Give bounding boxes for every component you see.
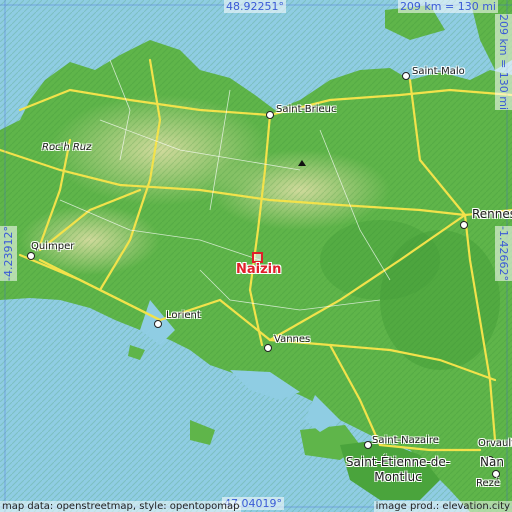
city-dot-lorient — [154, 320, 162, 328]
map-credit: map data: openstreetmap, style: opentopo… — [0, 501, 242, 512]
city-label-lorient[interactable]: Lorient — [166, 310, 201, 321]
top-latitude: 48.92251° — [224, 0, 286, 13]
target-label[interactable]: Naizin — [236, 262, 281, 277]
city-dot-vannes — [264, 344, 272, 352]
scale-horizontal: 209 km = 130 mi — [397, 0, 498, 13]
city-dot-saint-brieuc — [266, 111, 274, 119]
city-dot-quimper — [27, 252, 35, 260]
city-label-orvault[interactable]: Orvault — [478, 438, 512, 449]
city-dot-saint-malo — [402, 72, 410, 80]
right-longitude: -1.42662° — [495, 226, 512, 281]
city-label-rennes[interactable]: Rennes — [472, 207, 512, 221]
city-label-vannes[interactable]: Vannes — [274, 334, 310, 345]
city-label-rochruz[interactable]: Roc'h Ruz — [42, 142, 91, 153]
scale-vertical: 209 km = 130 mi — [495, 14, 512, 111]
city-label-saint-brieuc[interactable]: Saint-Brieuc — [276, 104, 337, 115]
map-canvas[interactable]: Saint-Malo Saint-Brieuc Rennes Quimper L… — [0, 0, 512, 512]
city-label-quimper[interactable]: Quimper — [31, 241, 74, 252]
city-label-saint-malo[interactable]: Saint-Malo — [412, 66, 465, 77]
city-label-saint-etienne[interactable]: Saint-Étienne-de-Montluc — [343, 455, 453, 485]
city-label-saint-nazaire[interactable]: Saint-Nazaire — [372, 435, 439, 446]
left-longitude: -4.23912° — [0, 226, 17, 281]
city-label-reze[interactable]: Rezé — [476, 478, 500, 489]
city-label-nantes[interactable]: Nan — [480, 455, 504, 469]
city-dot-nantes — [492, 470, 500, 478]
city-dot-rennes — [460, 221, 468, 229]
city-dot-saint-nazaire — [364, 441, 372, 449]
image-credit: image prod.: elevation.city — [373, 501, 512, 512]
